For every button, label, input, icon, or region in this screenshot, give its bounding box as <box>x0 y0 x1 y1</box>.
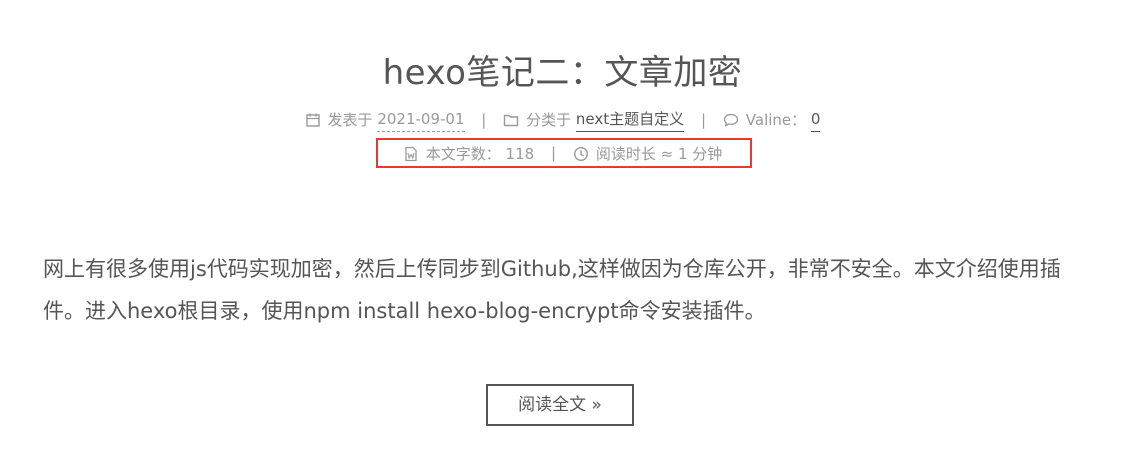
category-link[interactable]: next主题自定义 <box>575 108 685 132</box>
posted-date-link[interactable]: 2021-09-01 <box>377 108 465 132</box>
comment-icon <box>723 112 739 128</box>
category-label: 分类于 <box>526 111 572 129</box>
post-meta: 发表于 2021-09-01 | 分类于 next主题自定义 | Valine：… <box>0 108 1125 132</box>
meta-separator: | <box>481 110 487 129</box>
comments-count-link[interactable]: 0 <box>810 108 821 132</box>
posted-label: 发表于 <box>327 111 373 129</box>
calendar-icon <box>305 112 321 128</box>
meta-separator: | <box>700 110 706 129</box>
comments-label: Valine： <box>745 111 807 129</box>
read-more-button[interactable]: 阅读全文 » <box>486 384 634 426</box>
post-date: 发表于 2021-09-01 <box>305 108 465 132</box>
post-excerpt: 网上有很多使用js代码实现加密，然后上传同步到Github,这样做因为仓库公开，… <box>43 257 1061 323</box>
post-category: 分类于 next主题自定义 <box>503 108 685 132</box>
post-comments: Valine： 0 <box>723 108 821 132</box>
post-title[interactable]: hexo笔记二：文章加密 <box>0 50 1125 96</box>
folder-icon <box>503 112 519 128</box>
highlight-annotation-box <box>376 138 752 168</box>
